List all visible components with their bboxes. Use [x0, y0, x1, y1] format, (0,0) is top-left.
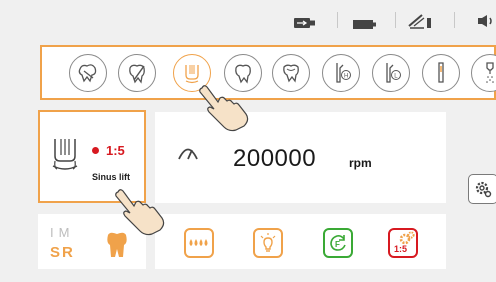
gear-ratio-label: 1:5 — [394, 244, 408, 254]
spray-handpiece-icon — [486, 62, 494, 83]
battery-icon — [353, 16, 377, 34]
program-ratio: 1:5 — [106, 143, 125, 158]
rotation-direction-button[interactable]: F — [323, 228, 353, 258]
program-label: Sinus lift — [92, 172, 130, 182]
svg-text:L: L — [394, 74, 398, 80]
restorative-handpiece-icon — [283, 64, 299, 83]
spray-handpiece-button[interactable] — [471, 54, 496, 92]
svg-text:F: F — [335, 240, 340, 249]
restorative-handpiece-button[interactable] — [272, 54, 310, 92]
function-panel: F 1:5 — [155, 214, 446, 269]
status-bar — [0, 0, 496, 40]
status-separator — [454, 12, 455, 28]
endo-handpiece-icon — [129, 64, 145, 84]
water-spray-icon — [189, 239, 208, 246]
status-separator — [395, 12, 396, 28]
endo-handpiece-button[interactable] — [118, 54, 156, 92]
low-speed-handpiece-icon: L — [386, 63, 401, 83]
gear-ratio-button[interactable]: 1:5 — [388, 228, 418, 258]
speed-value: 200000 — [233, 145, 317, 172]
light-icon — [260, 233, 276, 252]
water-spray-button[interactable] — [184, 228, 214, 258]
high-speed-handpiece-icon: H — [336, 63, 351, 83]
gear-ratio-icon — [399, 231, 415, 245]
settings-button[interactable] — [468, 174, 496, 204]
svg-text:H: H — [344, 74, 348, 80]
signal-icon — [408, 11, 434, 34]
usb-stick-icon — [294, 15, 316, 33]
im-label: IM — [50, 225, 75, 240]
rotation-direction-icon: F — [330, 235, 346, 251]
speed-unit: rpm — [349, 156, 372, 170]
scaler-handpiece-icon — [78, 64, 97, 83]
speaker-icon[interactable] — [478, 14, 496, 32]
micromotor-button[interactable] — [422, 54, 460, 92]
micromotor-icon — [438, 62, 444, 83]
pointer-hand-icon — [199, 85, 249, 132]
pointer-hand-icon — [115, 189, 165, 236]
handpiece-selector: H L — [40, 45, 496, 100]
high-speed-handpiece-button[interactable]: H — [322, 54, 360, 92]
sr-label: SR — [50, 244, 75, 261]
gear-icon — [475, 181, 492, 198]
low-speed-handpiece-button[interactable]: L — [372, 54, 410, 92]
status-separator — [337, 12, 338, 28]
implant-program-icon — [52, 139, 78, 170]
scaler-handpiece-button[interactable] — [69, 54, 107, 92]
speedometer-icon — [178, 148, 198, 160]
light-button[interactable] — [253, 228, 283, 258]
dental-unit-screen: H L 1:5 Sinus lift 200000 rpm IM SR F 1:… — [0, 0, 496, 282]
status-dot — [92, 147, 99, 154]
